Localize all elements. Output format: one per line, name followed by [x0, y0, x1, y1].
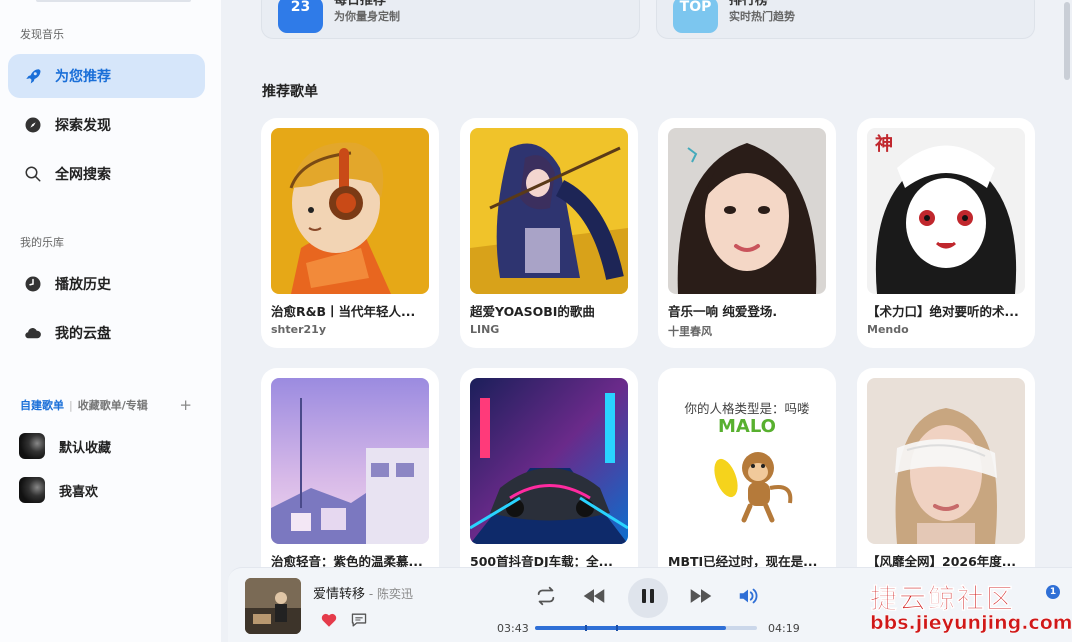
playlist-card[interactable]: 你的人格类型是：吗喽 MALO MBTI已经过时，现在是...: [658, 368, 836, 598]
vertical-scrollbar[interactable]: [1062, 0, 1072, 642]
playlist-card[interactable]: 音乐一响 纯爱登场. 十里春风: [658, 118, 836, 348]
daily-recommend-banner[interactable]: 23 每日推荐 为你量身定制: [261, 0, 640, 39]
playlist-cover: [271, 378, 429, 544]
total-time: 04:19: [768, 622, 800, 635]
repeat-button[interactable]: [534, 586, 558, 610]
section-label-library: 我的乐库: [20, 236, 64, 249]
playlist-title: 治愈R&B丨当代年轻人...: [271, 304, 416, 319]
playlist-cover: [867, 378, 1025, 544]
pause-icon: [641, 588, 655, 608]
now-playing-info: 爱情转移 - 陈奕迅: [313, 583, 413, 602]
playlist-item-default[interactable]: 默认收藏: [19, 433, 111, 459]
volume-button[interactable]: [736, 586, 760, 610]
sidebar-item-label: 为您推荐: [55, 69, 111, 85]
play-pause-button[interactable]: [628, 578, 668, 618]
playlist-card[interactable]: 【风靡全网】2026年度...: [857, 368, 1035, 598]
playlist-author: 十里春风: [668, 325, 712, 338]
now-playing-cover[interactable]: [245, 578, 301, 634]
progress-fill: [535, 626, 726, 630]
sidebar-item-search[interactable]: 全网搜索: [8, 152, 205, 196]
banner-subtitle: 实时热门趋势: [729, 10, 795, 23]
watermark: 捷云鲸社区 bbs.jieyunjing.com: [870, 577, 1072, 635]
sidebar-item-history[interactable]: 播放历史: [8, 262, 205, 306]
sidebar-item-recommend[interactable]: 为您推荐: [8, 54, 205, 98]
playlist-cover: 神: [867, 128, 1025, 294]
tab-collected-playlists[interactable]: 收藏歌单/专辑: [78, 397, 148, 413]
sidebar-item-cloud[interactable]: 我的云盘: [8, 311, 205, 355]
playlist-card[interactable]: 神 【术力口】绝对要听的术... Mendo: [857, 118, 1035, 348]
playlist-item-label: 我喜欢: [59, 484, 99, 500]
svg-text:神: 神: [875, 133, 893, 155]
previous-button[interactable]: [582, 586, 606, 610]
sidebar-top-divider: [36, 0, 191, 2]
progress-bar[interactable]: [535, 625, 757, 631]
clock-icon: [24, 275, 42, 293]
calendar-icon: 23: [278, 0, 323, 33]
playlist-author: shter21y: [271, 323, 326, 336]
search-icon: [24, 165, 42, 183]
playlist-card[interactable]: 超爱YOASOBI的歌曲 LING: [460, 118, 638, 348]
playlist-cover: [668, 128, 826, 294]
progress-marker: [616, 625, 618, 631]
banner-title: 排行榜: [729, 0, 769, 8]
song-separator: -: [365, 587, 377, 601]
playlist-cover: [470, 378, 628, 544]
sidebar-item-label: 我的云盘: [55, 326, 111, 342]
playlist-thumbnail: [19, 433, 45, 459]
playlist-card[interactable]: 500首抖音DJ车载：全...: [460, 368, 638, 598]
playlist-author: LING: [470, 323, 500, 336]
banner-title: 每日推荐: [334, 0, 387, 8]
playlist-item-liked[interactable]: 我喜欢: [19, 477, 98, 503]
playlist-title: 超爱YOASOBI的歌曲: [470, 304, 595, 319]
playlist-item-label: 默认收藏: [59, 440, 112, 456]
tab-created-playlists[interactable]: 自建歌单: [20, 397, 64, 413]
cloud-icon: [24, 324, 42, 342]
playlist-thumbnail: [19, 477, 45, 503]
sidebar: 发现音乐 为您推荐 探索发现 全网搜索 我的乐库 播放历史 我的云盘 自建歌单 …: [0, 0, 221, 642]
rocket-icon: [24, 67, 42, 85]
watermark-url: bbs.jieyunjing.com: [870, 612, 1072, 635]
section-label-discover: 发现音乐: [20, 28, 64, 41]
song-title: 爱情转移: [313, 587, 366, 602]
scrollbar-thumb[interactable]: [1064, 2, 1070, 80]
comment-icon[interactable]: [350, 612, 368, 628]
playlist-title: 音乐一响 纯爱登场.: [668, 304, 778, 319]
banner-subtitle: 为你量身定制: [334, 10, 400, 23]
playlist-cover: 你的人格类型是：吗喽 MALO: [668, 378, 826, 544]
sidebar-item-explore[interactable]: 探索发现: [8, 103, 205, 147]
playlist-author: Mendo: [867, 323, 909, 336]
section-title-recommended-playlists: 推荐歌单: [262, 84, 318, 100]
like-heart-icon[interactable]: [320, 611, 338, 629]
playlist-card[interactable]: 治愈R&B丨当代年轻人... shter21y: [261, 118, 439, 348]
top-chart-icon: TOP: [673, 0, 718, 33]
previous-icon: [582, 586, 606, 610]
sidebar-item-label: 播放历史: [55, 277, 111, 293]
progress-marker: [585, 625, 587, 631]
sidebar-item-label: 全网搜索: [55, 167, 111, 183]
watermark-title: 捷云鲸社区: [870, 584, 1015, 616]
sidebar-item-label: 探索发现: [55, 118, 111, 134]
playlist-title: 【术力口】绝对要听的术...: [867, 304, 1019, 319]
playlist-tabs: 自建歌单 | 收藏歌单/专辑 +: [20, 396, 192, 414]
next-icon: [689, 586, 713, 610]
repeat-icon: [535, 585, 557, 611]
playlist-cover: [271, 128, 429, 294]
add-playlist-button[interactable]: +: [179, 396, 192, 414]
next-button[interactable]: [689, 586, 713, 610]
tab-separator: |: [69, 398, 73, 412]
playlist-cover: [470, 128, 628, 294]
compass-icon: [24, 116, 42, 134]
charts-banner[interactable]: TOP 排行榜 实时热门趋势: [656, 0, 1035, 39]
current-time: 03:43: [497, 622, 529, 635]
volume-icon: [737, 585, 759, 611]
song-artist[interactable]: 陈奕迅: [377, 587, 413, 601]
playlist-card[interactable]: 治愈轻音：紫色的温柔慕...: [261, 368, 439, 598]
